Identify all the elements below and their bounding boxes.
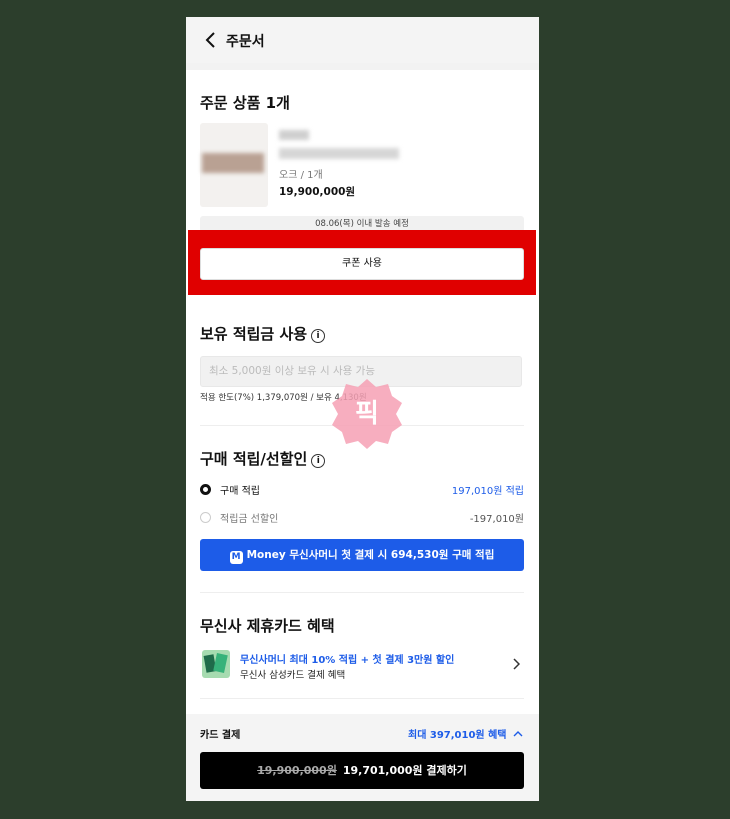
page-title: 주문서 — [226, 34, 265, 50]
points-discount-label[interactable]: 적립금 선할인 — [220, 510, 278, 525]
pay-button-label: 19,701,000원 결제하기 — [342, 764, 467, 777]
card-benefit-link[interactable]: 무신사머니 최대 10% 적립 + 첫 결제 3만원 할인 — [240, 651, 454, 666]
money-icon: M — [229, 551, 243, 564]
payment-footer: 카드 결제 최대 397,010원 혜택 19,900,000원 19,701,0… — [186, 714, 539, 801]
benefit-text: 최대 397,010원 혜택 — [408, 730, 507, 741]
divider-band — [186, 63, 539, 70]
header: 주문서 — [186, 17, 539, 63]
chevron-right-icon[interactable] — [512, 658, 520, 670]
pay-button[interactable]: 19,900,000원 19,701,000원 결제하기 — [200, 752, 524, 789]
points-section-title: 보유 적립금 사용 i — [200, 323, 326, 344]
divider — [200, 698, 524, 699]
purchase-points-label[interactable]: 구매 적립 — [220, 482, 260, 497]
info-icon[interactable]: i — [311, 329, 326, 343]
musinsa-money-button[interactable]: M Money 무신사머니 첫 결제 시 694,530원 구매 적립 — [200, 539, 524, 571]
card-image — [202, 650, 230, 678]
points-discount-value: -197,010원 — [469, 514, 524, 525]
coupon-button[interactable]: 쿠폰 사용 — [200, 248, 524, 280]
watermark-text: 픽 — [355, 399, 379, 429]
radio-purchase-points[interactable] — [200, 484, 211, 495]
money-button-label: Money 무신사머니 첫 결제 시 694,530원 구매 적립 — [246, 549, 495, 561]
original-price: 19,900,000원 — [257, 764, 337, 777]
purchase-points-value: 197,010원 적립 — [451, 486, 524, 497]
card-benefit-sub: 무신사 삼성카드 결제 혜택 — [240, 670, 346, 681]
product-section-title: 주문 상품 1개 — [200, 94, 290, 112]
product-name-blurred — [279, 148, 399, 159]
divider — [200, 592, 524, 593]
product-option: 오크 / 1개 — [279, 170, 323, 181]
product-price: 19,900,000원 — [279, 186, 356, 198]
purchase-title-text: 구매 적립/선할인 — [200, 450, 308, 468]
back-arrow-icon[interactable] — [203, 31, 219, 49]
benefit-toggle[interactable]: 최대 397,010원 혜택 — [408, 726, 523, 741]
product-brand-blurred — [279, 130, 309, 140]
purchase-section-title: 구매 적립/선할인 i — [200, 448, 326, 469]
chevron-up-icon — [513, 731, 523, 737]
points-title-text: 보유 적립금 사용 — [200, 325, 308, 343]
info-icon[interactable]: i — [311, 454, 326, 468]
payment-method-label: 카드 결제 — [200, 730, 241, 741]
card-section-title: 무신사 제휴카드 혜택 — [200, 617, 335, 635]
radio-points-discount[interactable] — [200, 512, 211, 523]
product-thumbnail[interactable] — [200, 123, 268, 207]
